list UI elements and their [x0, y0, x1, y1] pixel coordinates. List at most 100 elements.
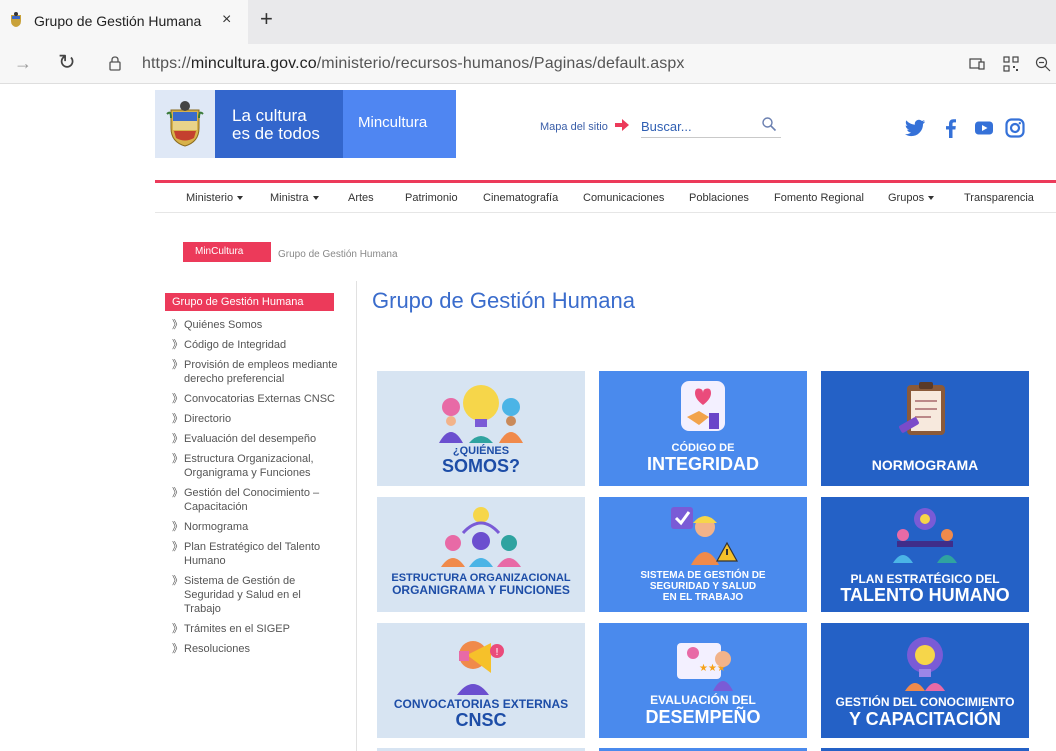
nav-item-grupos[interactable]: Grupos: [888, 192, 935, 204]
nav-item-ministra[interactable]: Ministra: [270, 192, 319, 204]
tile-evaluacion-desempeno[interactable]: ★★★ EVALUACIÓN DEL DESEMPEÑO: [599, 623, 807, 738]
sidebar-item-label: Normograma: [184, 521, 249, 533]
breadcrumb-home[interactable]: MinCultura: [183, 242, 271, 262]
tile-label-main: SOMOS?: [441, 456, 520, 476]
nav-item-transparencia[interactable]: Transparencia: [964, 192, 1034, 204]
nav-item-ministerio[interactable]: Ministerio: [186, 192, 244, 204]
tile-label-top: GESTIÓN DEL CONOCIMIENTO: [835, 695, 1015, 709]
bullet-icon: 》: [172, 339, 183, 351]
tile-label-main: INTEGRIDAD: [647, 454, 759, 474]
browser-tab-bar: Grupo de Gestión Humana × +: [0, 0, 1056, 44]
new-tab-button[interactable]: +: [260, 8, 273, 30]
bullet-icon: 》: [172, 575, 183, 587]
caret-down-icon: [237, 196, 244, 201]
safety-worker-illustration: [671, 507, 739, 565]
tile-normograma[interactable]: NORMOGRAMA: [821, 371, 1029, 486]
nav-item-cinematografia[interactable]: Cinematografía: [483, 192, 558, 204]
nav-item-patrimonio[interactable]: Patrimonio: [405, 192, 458, 204]
url-field[interactable]: https://mincultura.gov.co/ministerio/rec…: [142, 55, 684, 73]
tile-label-top: CÓDIGO DE: [671, 442, 735, 454]
logo-brand-name: Mincultura: [358, 114, 428, 131]
nav-item-fomento-regional[interactable]: Fomento Regional: [774, 192, 864, 204]
tile-convocatorias-cnsc[interactable]: ! CONVOCATORIAS EXTERNAS CNSC: [377, 623, 585, 738]
reader-view-icon[interactable]: [968, 55, 986, 73]
svg-text:!: !: [495, 647, 499, 658]
logo-slogan-panel: La cultura es de todos: [215, 90, 343, 158]
tile-gestion-conocimiento[interactable]: GESTIÓN DEL CONOCIMIENTO Y CAPACITACIÓN: [821, 623, 1029, 738]
tab-close-icon[interactable]: ×: [222, 12, 231, 28]
tile-label-top: SISTEMA DE GESTIÓN DE: [640, 570, 766, 581]
sidebar-item-resoluciones[interactable]: 》 Resoluciones: [172, 642, 340, 656]
youtube-icon[interactable]: [972, 116, 996, 140]
tile-label-main: CNSC: [455, 710, 507, 730]
sidebar-item-label: Sistema de Gestión de Seguridad y Salud …: [184, 575, 301, 615]
sidebar-item-normograma[interactable]: 》 Normograma: [172, 520, 340, 534]
sidebar-item-label: Resoluciones: [184, 643, 251, 655]
nav-item-label: Grupos: [888, 192, 925, 204]
knowledge-lightbulb-illustration: [905, 637, 945, 691]
megaphone-announcement-illustration: !: [457, 641, 504, 695]
logo-brand-panel: Mincultura: [343, 90, 456, 158]
tile-label-main: DESEMPEÑO: [645, 707, 761, 727]
sidebar-item-directorio[interactable]: 》 Directorio: [172, 412, 340, 426]
zoom-out-icon[interactable]: [1034, 55, 1052, 73]
sidebar-item-label: Quiénes Somos: [184, 319, 263, 331]
browser-tab[interactable]: Grupo de Gestión Humana ×: [0, 0, 248, 44]
bullet-icon: 》: [172, 413, 183, 425]
strategy-meeting-illustration: [893, 508, 957, 563]
reload-icon[interactable]: ↻: [58, 50, 76, 75]
bullet-icon: 》: [172, 393, 183, 405]
url-path: /ministerio/recursos-humanos/Paginas/def…: [316, 55, 685, 72]
sidebar-item-seguridad-salud[interactable]: 》 Sistema de Gestión de Seguridad y Salud…: [172, 574, 340, 616]
logo-slogan-line2: es de todos: [232, 124, 320, 143]
url-host: mincultura.gov.co: [190, 55, 317, 72]
facebook-icon[interactable]: [939, 116, 963, 140]
site-logo[interactable]: La cultura es de todos Mincultura: [155, 90, 456, 158]
sidebar-item-estructura-organizacional[interactable]: 》 Estructura Organizacional, Organigrama …: [172, 452, 340, 480]
tile-estructura-organizacional[interactable]: ESTRUCTURA ORGANIZACIONAL ORGANIGRAMA Y …: [377, 497, 585, 612]
tile-label-top: EVALUACIÓN DEL: [650, 693, 756, 707]
sidebar-item-label: Plan Estratégico del Talento Humano: [184, 541, 321, 567]
logo-slogan-line1: La cultura: [232, 106, 307, 125]
sidebar-item-label: Provisión de empleos mediante derecho pr…: [184, 359, 338, 385]
sidebar-item-codigo-integridad[interactable]: 》 Código de Integridad: [172, 338, 340, 352]
tab-title: Grupo de Gestión Humana: [34, 13, 202, 29]
sidebar-item-convocatorias-cnsc[interactable]: 》 Convocatorias Externas CNSC: [172, 392, 340, 406]
sidebar-item-label: Gestión del Conocimiento – Capacitación: [184, 487, 320, 513]
browser-address-bar: → ↻ https://mincultura.gov.co/ministerio…: [0, 44, 1056, 84]
bullet-icon: 》: [172, 521, 183, 533]
tile-quienes-somos[interactable]: ¿QUIÉNES SOMOS?: [377, 371, 585, 486]
sidebar-item-label: Trámites en el SIGEP: [184, 623, 290, 635]
sidebar-item-provision-empleos[interactable]: 》 Provisión de empleos mediante derecho p…: [172, 358, 340, 386]
arrow-right-icon: [615, 119, 629, 131]
sidebar-item-label: Estructura Organizacional, Organigrama y…: [184, 453, 314, 479]
caret-down-icon: [312, 196, 319, 201]
sidebar-item-tramites-sigep[interactable]: 》 Trámites en el SIGEP: [172, 622, 340, 636]
url-prefix: https://: [142, 55, 191, 72]
nav-item-artes[interactable]: Artes: [348, 192, 374, 204]
tile-codigo-integridad[interactable]: CÓDIGO DE INTEGRIDAD: [599, 371, 807, 486]
nav-item-label: Ministra: [270, 192, 309, 204]
nav-item-poblaciones[interactable]: Poblaciones: [689, 192, 749, 204]
twitter-icon[interactable]: [903, 116, 927, 140]
sidebar-item-gestion-conocimiento[interactable]: 》 Gestión del Conocimiento – Capacitación: [172, 486, 340, 514]
sidebar-item-evaluacion-desempeno[interactable]: 》 Evaluación del desempeño: [172, 432, 340, 446]
qr-code-icon[interactable]: [1002, 55, 1020, 73]
site-info-icon[interactable]: [108, 55, 122, 71]
tile-seguridad-salud[interactable]: SISTEMA DE GESTIÓN DE SEGURIDAD Y SALUD …: [599, 497, 807, 612]
tile-label-main: Y CAPACITACIÓN: [848, 709, 1001, 729]
tile-plan-estrategico[interactable]: PLAN ESTRATÉGICO DEL TALENTO HUMANO: [821, 497, 1029, 612]
search-icon[interactable]: [761, 116, 777, 132]
sidebar-item-quienes-somos[interactable]: 》 Quiénes Somos: [172, 318, 340, 332]
bullet-icon: 》: [172, 623, 183, 635]
search-input[interactable]: [641, 116, 756, 136]
sidebar-heading[interactable]: Grupo de Gestión Humana: [165, 293, 334, 311]
sidebar-item-plan-estrategico[interactable]: 》 Plan Estratégico del Talento Humano: [172, 540, 340, 568]
instagram-icon[interactable]: [1003, 116, 1027, 140]
forward-icon[interactable]: →: [14, 53, 32, 74]
caret-down-icon: [928, 196, 935, 201]
sitemap-link[interactable]: Mapa del sitio: [540, 121, 608, 133]
nav-item-comunicaciones[interactable]: Comunicaciones: [583, 192, 664, 204]
legal-clipboard-illustration: [899, 382, 945, 435]
tile-label-main: TALENTO HUMANO: [840, 585, 1010, 605]
